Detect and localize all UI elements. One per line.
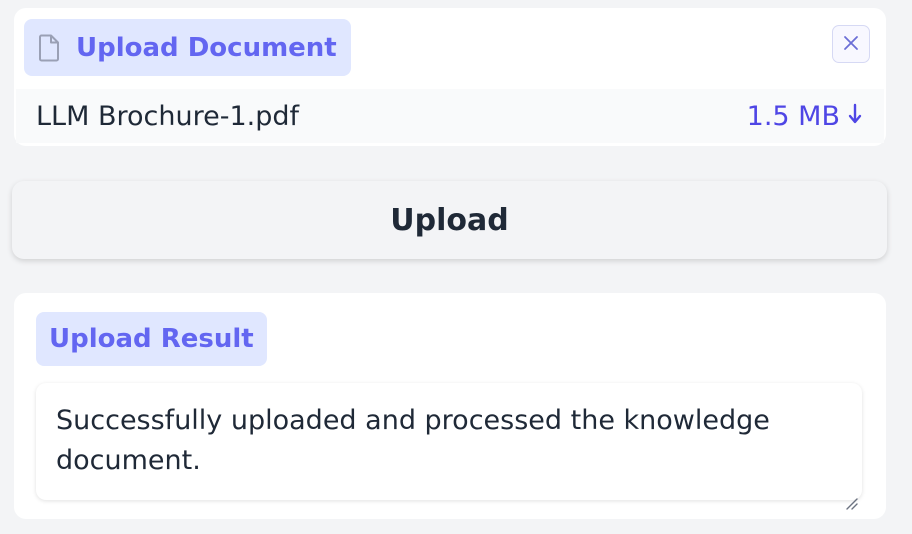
upload-document-title: Upload Document bbox=[76, 32, 337, 63]
resize-handle-icon[interactable] bbox=[844, 482, 858, 510]
file-name: LLM Brochure-1.pdf bbox=[36, 100, 299, 132]
file-icon bbox=[38, 34, 60, 62]
download-icon[interactable] bbox=[848, 103, 862, 129]
file-size[interactable]: 1.5 MB bbox=[747, 101, 840, 132]
file-download-link[interactable]: 1.5 MB bbox=[747, 101, 862, 132]
upload-button[interactable]: Upload bbox=[12, 181, 887, 259]
upload-result-textarea[interactable]: Successfully uploaded and processed the … bbox=[36, 383, 862, 510]
uploaded-file-row: LLM Brochure-1.pdf 1.5 MB bbox=[16, 89, 884, 143]
close-button[interactable] bbox=[832, 25, 870, 63]
upload-result-label: Upload Result bbox=[36, 312, 267, 366]
upload-document-panel: Upload Document LLM Brochure-1.pdf 1.5 M… bbox=[14, 8, 886, 146]
upload-result-text: Successfully uploaded and processed the … bbox=[56, 405, 770, 476]
upload-result-panel: Upload Result Successfully uploaded and … bbox=[14, 293, 886, 519]
close-icon bbox=[842, 34, 860, 55]
upload-document-label: Upload Document bbox=[24, 19, 351, 76]
